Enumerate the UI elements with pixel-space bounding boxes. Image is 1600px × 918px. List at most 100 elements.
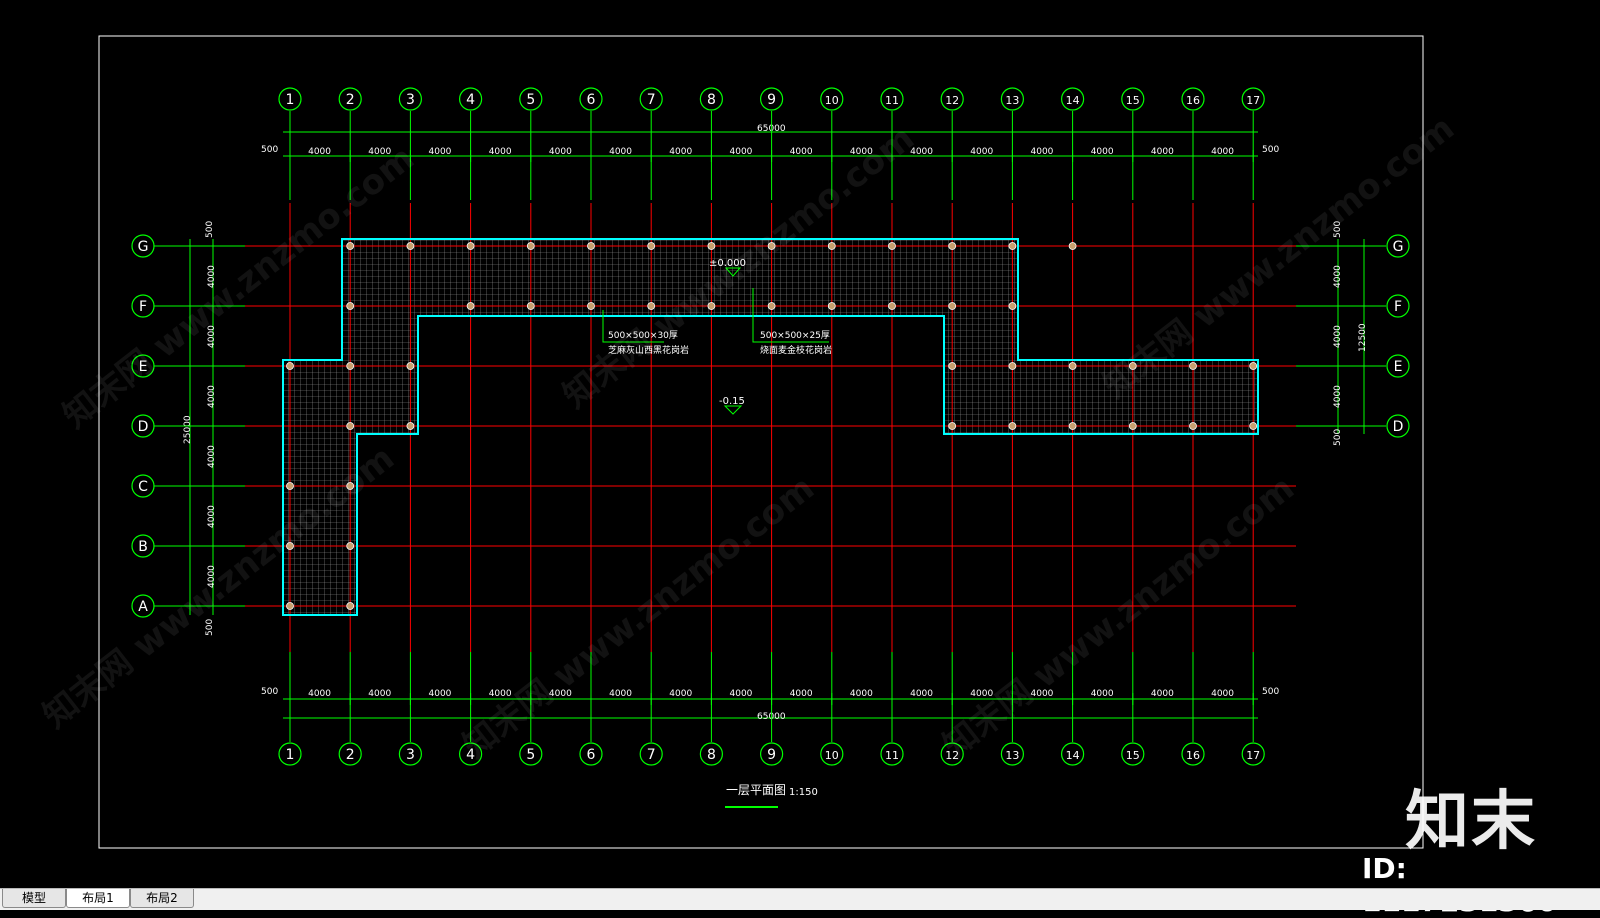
note-2-line2: 烧面麦金枝花岗岩 [760, 344, 832, 356]
column-marker [707, 242, 716, 250]
column-marker [1008, 362, 1017, 370]
drawing-scale: 1:150 [789, 787, 818, 798]
left-bay-label: 4000 [207, 445, 217, 468]
column-marker [286, 602, 294, 610]
axis-bubble-bottom-7-label: 7 [647, 747, 656, 763]
tab-layout1-label: 布局1 [82, 891, 114, 905]
axis-bubble-top-16-label: 16 [1186, 94, 1200, 107]
axis-bubble-left-C-label: C [138, 479, 148, 495]
tab-layout1[interactable]: 布局1 [66, 889, 130, 908]
axis-bubble-bottom-9-label: 9 [767, 747, 776, 763]
column-marker [346, 542, 355, 550]
top-bay-label: 4000 [1151, 147, 1174, 157]
column-marker [1189, 422, 1197, 430]
axis-bubble-top-8-label: 8 [707, 92, 716, 108]
axis-bubble-top-1-label: 1 [286, 92, 295, 108]
right-bay-label: 4000 [1333, 385, 1343, 408]
top-bay-label: 4000 [308, 147, 331, 157]
bottom-bay-label: 4000 [790, 689, 813, 699]
column-marker [948, 422, 957, 430]
right-edge-label: 500 [1333, 429, 1343, 446]
column-marker [1249, 422, 1258, 430]
right-total-label: 12500 [1358, 323, 1368, 352]
paving-hatch [283, 239, 1258, 615]
axis-bubble-top-17-label: 17 [1246, 94, 1260, 107]
axis-bubble-right-E-label: E [1394, 359, 1403, 375]
tab-layout2[interactable]: 布局2 [130, 889, 194, 908]
top-bay-label: 4000 [730, 147, 753, 157]
column-marker [346, 302, 355, 310]
column-marker [286, 362, 294, 370]
left-bay-label: 4000 [207, 505, 217, 528]
axis-bubble-bottom-6-label: 6 [587, 747, 596, 763]
column-marker [827, 242, 836, 250]
level-ground-label: -0.15 [719, 396, 745, 407]
top-bay-label: 4000 [489, 147, 512, 157]
axis-bubble-bottom-2-label: 2 [346, 747, 355, 763]
axis-bubble-bottom-3-label: 3 [406, 747, 415, 763]
column-marker [406, 242, 415, 250]
bottom-bay-label: 4000 [1211, 689, 1234, 699]
bottom-bay-label: 4000 [910, 689, 933, 699]
bottom-edge-label: 500 [1262, 687, 1279, 697]
tab-layout2-label: 布局2 [146, 891, 178, 905]
axis-bubble-top-15-label: 15 [1126, 94, 1140, 107]
note-2-line1: 500×500×25厚 [760, 330, 830, 341]
top-bay-label: 4000 [1031, 147, 1054, 157]
bottom-bay-label: 4000 [669, 689, 692, 699]
bottom-bay-label: 4000 [1091, 689, 1114, 699]
column-marker [346, 422, 355, 430]
axis-bubble-top-9-label: 9 [767, 92, 776, 108]
axis-bubble-bottom-13-label: 13 [1005, 749, 1019, 762]
column-marker [406, 362, 415, 370]
bottom-bay-label: 4000 [1151, 689, 1174, 699]
column-marker [948, 302, 957, 310]
axis-bubble-top-14-label: 14 [1066, 94, 1080, 107]
axis-bubble-top-5-label: 5 [526, 92, 535, 108]
axis-bubble-bottom-17-label: 17 [1246, 749, 1260, 762]
top-edge-label: 500 [261, 145, 278, 155]
column-marker [1068, 242, 1077, 250]
column-marker [526, 242, 535, 250]
column-marker [1189, 362, 1197, 370]
axis-bubble-bottom-5-label: 5 [526, 747, 535, 763]
layout-tab-bar: 模型 布局1 布局2 [0, 888, 1600, 910]
axis-bubble-right-D-label: D [1393, 419, 1404, 435]
bottom-bay-label: 4000 [609, 689, 632, 699]
level-ground-marker [723, 405, 743, 415]
column-marker [466, 242, 475, 250]
axis-bubble-right-F-label: F [1394, 299, 1402, 315]
top-bay-label: 4000 [1091, 147, 1114, 157]
column-marker [346, 242, 355, 250]
column-marker [1008, 242, 1017, 250]
axis-bubble-left-G-label: G [138, 239, 149, 255]
axis-bubble-left-F-label: F [139, 299, 147, 315]
top-bay-label: 4000 [669, 147, 692, 157]
tab-model[interactable]: 模型 [2, 889, 66, 908]
left-total-label: 25000 [183, 415, 193, 444]
axis-bubble-top-3-label: 3 [406, 92, 415, 108]
axis-bubble-left-B-label: B [138, 539, 148, 555]
column-marker [1008, 302, 1017, 310]
top-bay-label: 4000 [970, 147, 993, 157]
bottom-edge-label: 500 [261, 687, 278, 697]
bottom-bay-label: 4000 [850, 689, 873, 699]
column-marker [1068, 422, 1077, 430]
paving-area [283, 239, 1258, 615]
top-bay-label: 4000 [1211, 147, 1234, 157]
column-marker [888, 302, 896, 310]
top-bay-label: 4000 [790, 147, 813, 157]
column-marker [1008, 422, 1017, 430]
axis-bubble-top-13-label: 13 [1005, 94, 1019, 107]
column-marker [466, 302, 475, 310]
bottom-bay-label: 4000 [429, 689, 452, 699]
axis-bubble-bottom-8-label: 8 [707, 747, 716, 763]
axis-bubble-top-7-label: 7 [647, 92, 656, 108]
axis-bubble-right-G-label: G [1393, 239, 1404, 255]
brand-logo: 知末 [1405, 770, 1537, 862]
column-marker [286, 482, 294, 490]
axis-bubble-bottom-14-label: 14 [1066, 749, 1080, 762]
column-marker [647, 242, 656, 250]
cad-drawing-canvas: 4000 4000 4000 4000 4000 4000 4000 4000 4000 4000… [98, 35, 1424, 849]
brand-logo-text: 知末 [1405, 785, 1537, 859]
